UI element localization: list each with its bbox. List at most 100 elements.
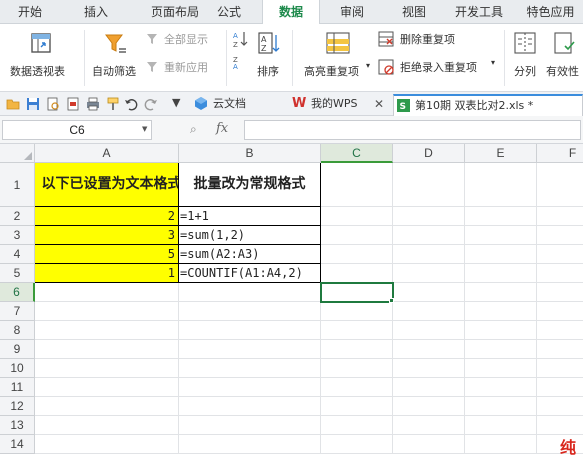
empty-cell[interactable] — [393, 283, 465, 302]
empty-cell[interactable] — [393, 302, 465, 321]
doc-tab-active[interactable]: S 第10期 双表比对2.xls * — [393, 94, 583, 116]
empty-cell[interactable] — [393, 340, 465, 359]
empty-cell[interactable] — [179, 321, 321, 340]
sort-button[interactable]: A Z 排序 — [252, 26, 286, 84]
auto-filter-button[interactable]: 自动筛选 — [88, 26, 144, 84]
empty-cell[interactable] — [321, 359, 393, 378]
doc-tab-cloud[interactable]: 云文档 — [192, 94, 284, 116]
cell-a4[interactable]: 5 — [35, 245, 179, 264]
row-header[interactable]: 7 — [0, 302, 35, 321]
column-header-f[interactable]: F — [537, 144, 583, 163]
empty-cell[interactable] — [321, 302, 393, 321]
empty-cell[interactable] — [321, 321, 393, 340]
cell-b4[interactable]: =sum(A2:A3) — [179, 245, 321, 264]
empty-cell[interactable] — [537, 397, 583, 416]
empty-cell[interactable] — [179, 378, 321, 397]
fx-icon[interactable]: fx — [216, 121, 228, 136]
cell-a2[interactable]: 2 — [35, 207, 179, 226]
empty-cell[interactable] — [393, 397, 465, 416]
show-all-button[interactable]: 全部显示 — [146, 30, 220, 48]
column-header-e[interactable]: E — [465, 144, 537, 163]
undo-icon[interactable] — [124, 97, 138, 111]
export-pdf-icon[interactable] — [66, 97, 80, 111]
empty-cell[interactable] — [537, 283, 583, 302]
zoom-search-icon[interactable]: ⌕ — [190, 122, 197, 137]
column-header-b[interactable]: B — [179, 144, 321, 163]
empty-cell[interactable] — [35, 378, 179, 397]
empty-cell[interactable] — [179, 283, 321, 302]
customize-toolbar-icon[interactable]: ▼ — [172, 96, 180, 109]
empty-cell[interactable] — [179, 397, 321, 416]
empty-cell[interactable] — [393, 245, 465, 264]
empty-cell[interactable] — [35, 321, 179, 340]
empty-cell[interactable] — [393, 163, 465, 207]
empty-cell[interactable] — [321, 245, 393, 264]
print-icon[interactable] — [86, 97, 100, 111]
empty-cell[interactable] — [537, 359, 583, 378]
row-header[interactable]: 3 — [0, 226, 35, 245]
tab-data[interactable]: 数据 — [262, 0, 320, 25]
empty-cell[interactable] — [179, 416, 321, 435]
empty-cell[interactable] — [465, 397, 537, 416]
empty-cell[interactable] — [35, 416, 179, 435]
print-preview-icon[interactable] — [46, 97, 60, 111]
empty-cell[interactable] — [179, 435, 321, 454]
cell-b2[interactable]: =1+1 — [179, 207, 321, 226]
tab-formulas[interactable]: 公式 — [206, 0, 252, 24]
empty-cell[interactable] — [321, 264, 393, 283]
row-header[interactable]: 11 — [0, 378, 35, 397]
row-header[interactable]: 12 — [0, 397, 35, 416]
empty-cell[interactable] — [393, 321, 465, 340]
column-header-c[interactable]: C — [321, 144, 393, 163]
empty-cell[interactable] — [321, 226, 393, 245]
validity-button[interactable]: 有效性 — [544, 26, 583, 84]
cell-a3[interactable]: 3 — [35, 226, 179, 245]
empty-cell[interactable] — [321, 435, 393, 454]
empty-cell[interactable] — [35, 359, 179, 378]
empty-cell[interactable] — [537, 163, 583, 207]
empty-cell[interactable] — [35, 283, 179, 302]
empty-cell[interactable] — [321, 163, 393, 207]
reject-duplicates-button[interactable]: 拒绝录入重复项 ▾ — [378, 58, 498, 76]
cell-b1[interactable]: 批量改为常规格式 — [179, 163, 321, 207]
delete-duplicates-button[interactable]: 删除重复项 — [378, 30, 474, 48]
empty-cell[interactable] — [537, 264, 583, 283]
empty-cell[interactable] — [393, 226, 465, 245]
empty-cell[interactable] — [465, 245, 537, 264]
empty-cell[interactable] — [465, 163, 537, 207]
save-icon[interactable] — [26, 97, 40, 111]
empty-cell[interactable] — [537, 321, 583, 340]
tab-insert[interactable]: 插入 — [70, 0, 122, 24]
empty-cell[interactable] — [537, 416, 583, 435]
row-header[interactable]: 9 — [0, 340, 35, 359]
empty-cell[interactable] — [465, 321, 537, 340]
row-header[interactable]: 13 — [0, 416, 35, 435]
tab-view[interactable]: 视图 — [392, 0, 436, 24]
empty-cell[interactable] — [465, 302, 537, 321]
chevron-down-icon[interactable]: ▼ — [142, 125, 147, 133]
empty-cell[interactable] — [465, 340, 537, 359]
empty-cell[interactable] — [35, 340, 179, 359]
empty-cell[interactable] — [537, 245, 583, 264]
cell-b3[interactable]: =sum(1,2) — [179, 226, 321, 245]
empty-cell[interactable] — [393, 359, 465, 378]
open-folder-icon[interactable] — [6, 97, 20, 111]
empty-cell[interactable] — [465, 435, 537, 454]
doc-tab-my-wps[interactable]: W 我的WPS ✕ — [290, 94, 390, 116]
empty-cell[interactable] — [179, 340, 321, 359]
empty-cell[interactable] — [537, 226, 583, 245]
empty-cell[interactable] — [537, 340, 583, 359]
highlight-duplicates-button[interactable]: 高亮重复项 ▾ — [298, 26, 374, 84]
row-header[interactable]: 2 — [0, 207, 35, 226]
empty-cell[interactable] — [321, 207, 393, 226]
tab-start[interactable]: 开始 — [8, 0, 52, 24]
tab-developer[interactable]: 开发工具 — [446, 0, 512, 24]
empty-cell[interactable] — [465, 378, 537, 397]
cell-a1[interactable]: 以下已设置为文本格式 — [35, 163, 179, 207]
empty-cell[interactable] — [465, 416, 537, 435]
reapply-button[interactable]: 重新应用 — [146, 58, 220, 76]
empty-cell[interactable] — [465, 226, 537, 245]
row-header[interactable]: 8 — [0, 321, 35, 340]
empty-cell[interactable] — [321, 416, 393, 435]
name-box[interactable]: C6 — [2, 120, 152, 140]
